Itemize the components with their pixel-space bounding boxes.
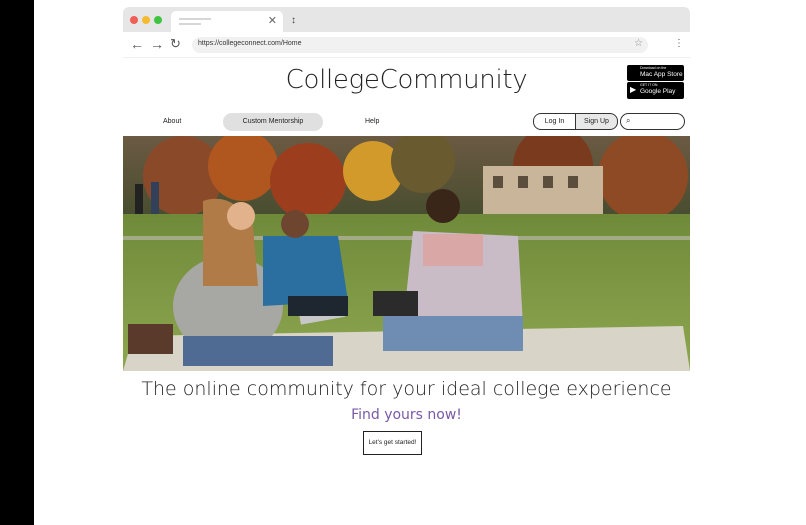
nav-help-link[interactable]: Help (365, 118, 379, 125)
arrow-right-icon[interactable]: → (150, 37, 164, 51)
site-brand-title: CollegeCommunity (285, 65, 528, 95)
tab-title-placeholder (179, 18, 211, 20)
hero-photo-illustration (123, 136, 690, 371)
nav-mentorship-link[interactable]: Custom Mentorship (223, 113, 323, 131)
search-input[interactable]: ⌕ (620, 113, 685, 130)
google-play-small-text: GET IT ON (640, 83, 658, 87)
browser-tab[interactable]: ✕ (171, 11, 283, 32)
maximize-window-button[interactable] (154, 16, 162, 24)
nav-about-link[interactable]: About (163, 118, 181, 125)
app-store-small-text: Download on the (640, 66, 667, 70)
app-store-badge[interactable]: Download on the Mac App Store (627, 65, 684, 81)
play-icon: ▶ (630, 85, 637, 94)
address-bar[interactable]: https://collegeconnect.com/Home ☆ (192, 37, 648, 53)
arrow-left-icon[interactable]: ← (130, 37, 144, 51)
reload-icon[interactable]: ↻ (170, 37, 181, 51)
google-play-big-text: Google Play (640, 88, 676, 95)
browser-titlebar: ✕ ↕ (123, 7, 690, 32)
get-started-button[interactable]: Let's get started! (363, 431, 422, 455)
google-play-badge[interactable]: ▶ GET IT ON Google Play (627, 82, 684, 99)
kebab-menu-icon[interactable]: ⋮ (674, 38, 684, 49)
star-icon[interactable]: ☆ (634, 38, 643, 49)
tab-subtitle-placeholder (179, 23, 201, 25)
search-icon: ⌕ (626, 116, 631, 125)
minimize-window-button[interactable] (142, 16, 150, 24)
left-edge-bar (0, 0, 34, 525)
hero-image (123, 136, 690, 371)
hero-tagline: The online community for your ideal coll… (141, 378, 672, 400)
browser-window: ✕ ↕ ← → ↻ https://collegeconnect.com/Hom… (123, 7, 690, 371)
url-text[interactable]: https://collegeconnect.com/Home (198, 40, 302, 47)
close-window-button[interactable] (130, 16, 138, 24)
cta-text: Find yours now! (351, 407, 462, 423)
browser-toolbar: ← → ↻ https://collegeconnect.com/Home ☆ … (123, 32, 690, 58)
login-button[interactable]: Log In (533, 113, 576, 130)
tab-close-icon[interactable]: ✕ (268, 14, 277, 27)
new-tab-icon[interactable]: ↕ (291, 15, 296, 26)
app-store-big-text: Mac App Store (640, 71, 683, 78)
signup-button[interactable]: Sign Up (575, 113, 618, 130)
